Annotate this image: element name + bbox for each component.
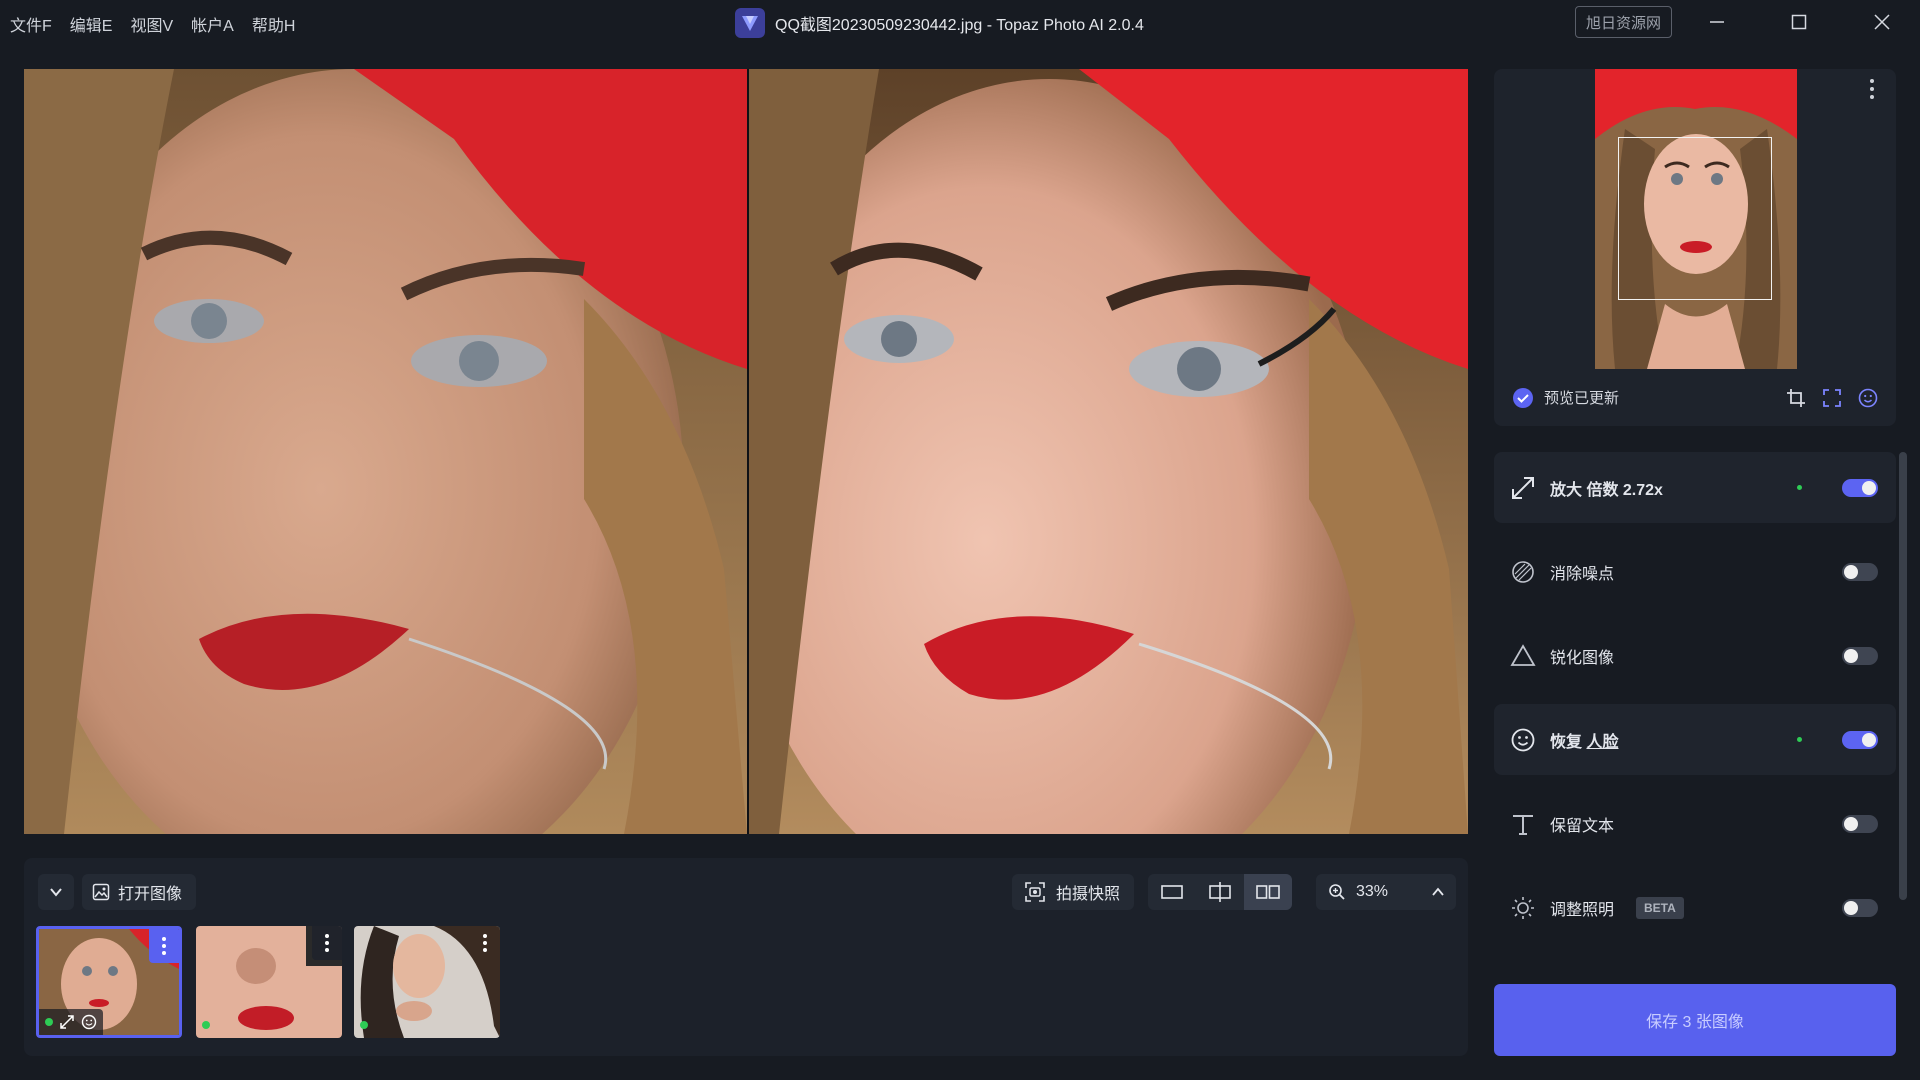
status-dot	[360, 1021, 368, 1029]
minimize-button[interactable]	[1697, 6, 1737, 38]
original-image	[24, 69, 747, 834]
thumbnail-menu-button[interactable]	[312, 926, 342, 960]
maximize-button[interactable]	[1779, 6, 1819, 38]
face-icon	[1511, 728, 1535, 751]
face-icon	[81, 1014, 97, 1030]
upscale-icon	[1512, 476, 1534, 499]
thumbnail-3[interactable]	[354, 926, 500, 1038]
menu-help[interactable]: 帮助H	[252, 12, 296, 36]
image-strip: 打开图像 拍摄快照 33%	[24, 858, 1468, 1056]
panel-scrollbar[interactable]	[1899, 452, 1907, 900]
watermark-badge: 旭日资源网	[1575, 6, 1672, 38]
upscale-icon	[60, 1015, 74, 1029]
compare-viewer[interactable]	[24, 69, 1468, 834]
sharpen-toggle[interactable]	[1842, 646, 1878, 665]
menu-account[interactable]: 帐户A	[191, 12, 234, 36]
text-icon	[1513, 814, 1533, 835]
preserve-text-toggle[interactable]	[1842, 814, 1878, 833]
denoise-toggle[interactable]	[1842, 562, 1878, 581]
preview-status-text: 预览已更新	[1544, 390, 1620, 407]
thumbnail-status	[196, 1012, 216, 1038]
window-title: QQ截图20230509230442.jpg - Topaz Photo AI …	[735, 8, 1144, 38]
enhanced-image	[749, 69, 1468, 834]
more-vertical-icon	[1870, 79, 1874, 99]
feature-label: 保留文本	[1550, 817, 1615, 835]
thumbnail-status	[354, 1012, 374, 1038]
feature-face-recovery[interactable]: 恢复 人脸	[1494, 704, 1896, 775]
feature-label: 锐化图像	[1550, 649, 1615, 667]
zoom-control[interactable]: 33%	[1316, 874, 1456, 910]
feature-sharpen[interactable]: 锐化图像	[1494, 620, 1896, 691]
status-dot	[45, 1018, 53, 1026]
zoom-level: 33%	[1356, 883, 1389, 900]
active-dot	[1797, 737, 1802, 742]
beta-badge: BETA	[1636, 896, 1684, 919]
image-icon	[92, 883, 110, 901]
navigator-menu-button[interactable]	[1870, 79, 1874, 104]
feature-preserve-text[interactable]: 保留文本	[1494, 788, 1896, 859]
more-vertical-icon	[325, 934, 329, 952]
thumbnail-menu-button[interactable]	[470, 926, 500, 960]
navigator-panel: 预览已更新	[1494, 69, 1896, 426]
save-images-button[interactable]: 保存 3 张图像	[1494, 984, 1896, 1056]
feature-upscale[interactable]: 放大 倍数 2.72x	[1494, 452, 1896, 523]
snapshot-label: 拍摄快照	[1056, 886, 1121, 903]
sharpen-icon	[1510, 643, 1536, 666]
menu-bar: 文件F 编辑E 视图V 帐户A 帮助H	[10, 12, 295, 36]
zoom-icon	[1329, 884, 1345, 900]
feature-label: 放大 倍数 2.72x	[1550, 481, 1663, 499]
menu-view[interactable]: 视图V	[130, 12, 173, 36]
feature-label: 恢复 人脸	[1550, 733, 1619, 751]
navigator-viewport-rect[interactable]	[1618, 137, 1772, 300]
crop-icon[interactable]	[1786, 388, 1806, 408]
thumbnail-menu-button[interactable]	[149, 929, 179, 963]
maximize-icon	[1791, 14, 1807, 30]
preview-status-bar: 预览已更新	[1494, 369, 1896, 426]
collapse-strip-button[interactable]	[38, 874, 74, 910]
close-button[interactable]	[1862, 6, 1902, 38]
split-view-icon	[1209, 882, 1231, 902]
title-bar: 文件F 编辑E 视图V 帐户A 帮助H QQ截图20230509230442.j…	[0, 0, 1920, 44]
chevron-up-icon[interactable]	[1430, 884, 1446, 900]
status-dot	[202, 1021, 210, 1029]
thumbnail-2[interactable]	[196, 926, 342, 1038]
single-view-button[interactable]	[1148, 874, 1196, 910]
window-title-text: QQ截图20230509230442.jpg - Topaz Photo AI …	[775, 17, 1144, 34]
minimize-icon	[1710, 21, 1724, 23]
menu-file[interactable]: 文件F	[10, 12, 52, 36]
close-icon	[1874, 14, 1890, 30]
active-dot	[1797, 485, 1802, 490]
upscale-toggle[interactable]	[1842, 478, 1878, 497]
thumbnail-1[interactable]	[36, 926, 182, 1038]
chevron-down-icon	[50, 888, 62, 897]
feature-label: 消除噪点	[1550, 565, 1615, 583]
open-image-button[interactable]: 打开图像	[82, 874, 197, 910]
face-settings-link[interactable]: 人脸	[1586, 734, 1618, 751]
topaz-logo-icon	[735, 8, 765, 38]
feature-label: 调整照明	[1550, 901, 1615, 919]
feature-adjust-lighting[interactable]: 调整照明 BETA	[1494, 872, 1896, 943]
side-by-side-icon	[1256, 885, 1280, 899]
face-recovery-toggle[interactable]	[1842, 730, 1878, 749]
denoise-icon	[1512, 560, 1534, 583]
snapshot-icon	[1025, 882, 1045, 902]
thumbnail-status	[39, 1009, 103, 1035]
side-by-side-view-button[interactable]	[1244, 874, 1292, 910]
more-vertical-icon	[162, 937, 166, 955]
split-view-button[interactable]	[1196, 874, 1244, 910]
open-image-label: 打开图像	[118, 886, 183, 903]
light-icon	[1512, 896, 1534, 919]
single-view-icon	[1161, 885, 1183, 899]
view-mode-group	[1148, 874, 1292, 910]
more-vertical-icon	[483, 934, 487, 952]
menu-edit[interactable]: 编辑E	[70, 12, 113, 36]
snapshot-button[interactable]: 拍摄快照	[1012, 874, 1135, 910]
adjust-lighting-toggle[interactable]	[1842, 898, 1878, 917]
fullscreen-icon[interactable]	[1822, 388, 1842, 408]
face-detect-icon[interactable]	[1858, 388, 1878, 408]
check-circle-icon	[1513, 387, 1533, 408]
feature-denoise[interactable]: 消除噪点	[1494, 536, 1896, 607]
